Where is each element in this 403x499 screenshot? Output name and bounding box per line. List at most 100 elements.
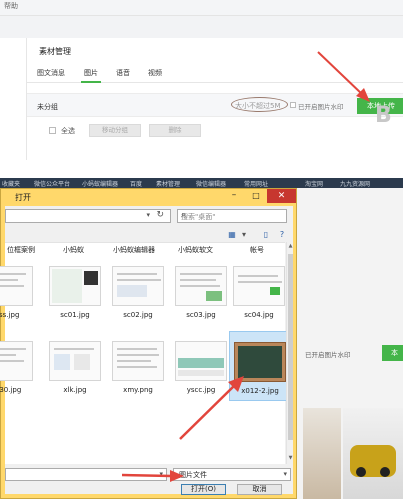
maximize-button[interactable]: □	[245, 189, 267, 203]
file-thumbnail	[234, 342, 286, 382]
view-toolbar: ▦ ▾ ▯ ?	[5, 228, 293, 242]
chevron-down-icon[interactable]: ▾	[159, 470, 163, 478]
group-label[interactable]: 未分组	[37, 102, 58, 112]
folder-label[interactable]: 小蚂蚁	[63, 245, 84, 255]
file-tile-selected[interactable]: x012-2.jpg	[229, 331, 289, 401]
file-thumbnail	[49, 266, 101, 306]
dialog-titlebar[interactable]: 打开 – □ ✕	[1, 189, 298, 206]
vertical-scrollbar[interactable]: ▲ ▼	[286, 242, 293, 464]
bookmark-item[interactable]: 素材管理	[156, 179, 180, 188]
bookmark-item[interactable]: 淘宝网	[305, 179, 323, 188]
watermark-checkbox[interactable]	[290, 102, 296, 108]
file-tile[interactable]: sc01.jpg	[45, 263, 105, 325]
file-name: sc03.jpg	[186, 311, 216, 319]
corner-text: 帮助	[4, 2, 18, 10]
file-thumbnail	[233, 266, 285, 306]
bookmarks-bar: 收藏夹 微信公众平台 小蚂蚁编辑器 百度 素材管理 微信编辑器 常用网址 淘宝网…	[0, 178, 403, 188]
bookmark-item[interactable]: 百度	[130, 179, 142, 188]
select-all-checkbox[interactable]	[49, 127, 56, 134]
tab-video[interactable]: 视频	[148, 68, 162, 78]
scroll-up-icon[interactable]: ▲	[287, 243, 294, 251]
file-tile[interactable]: yscc.jpg	[171, 338, 231, 400]
file-name: 6.30.jpg	[0, 386, 22, 394]
preview-pane-icon[interactable]: ▯	[261, 230, 271, 240]
scroll-thumb[interactable]	[288, 254, 293, 440]
dialog-title: 打开	[15, 193, 31, 202]
file-thumbnail	[0, 341, 33, 381]
help-icon[interactable]: ?	[277, 230, 287, 240]
file-name: x012-2.jpg	[241, 387, 279, 395]
close-button[interactable]: ✕	[267, 189, 296, 203]
material-panel: 素材管理 图文消息 图片 语音 视频 未分组 大小不超过5M 已开启图片水印 本…	[26, 38, 403, 160]
separator	[0, 160, 403, 178]
file-thumbnail	[112, 341, 164, 381]
bg-upload-button[interactable]: 本	[382, 345, 403, 361]
watermark-logo: B	[375, 103, 392, 128]
top-strip: 帮助	[0, 0, 403, 16]
file-tile[interactable]: sc04.jpg	[229, 263, 289, 325]
file-thumbnail	[175, 266, 227, 306]
bookmark-item[interactable]: 微信编辑器	[196, 179, 226, 188]
bookmark-item[interactable]: 小蚂蚁编辑器	[82, 179, 118, 188]
bookmark-item[interactable]: 常用网址	[244, 179, 268, 188]
folder-label[interactable]: 小蚂蚁软文	[178, 245, 213, 255]
file-list: 位框案例 小蚂蚁 小蚂蚁编辑器 小蚂蚁软文 帐号 dss.jpg sc01.jp…	[0, 242, 289, 464]
file-thumbnail	[112, 266, 164, 306]
file-name: xmy.png	[123, 386, 153, 394]
bookmark-item[interactable]: 九九资源网	[340, 179, 370, 188]
material-tabs: 图文消息 图片 语音 视频	[27, 66, 403, 83]
watermark-label: 已开启图片水印	[298, 103, 344, 111]
file-thumbnail	[175, 341, 227, 381]
file-name: sc01.jpg	[60, 311, 90, 319]
delete-button[interactable]: 删除	[149, 124, 201, 137]
folder-label[interactable]: 小蚂蚁编辑器	[113, 245, 155, 255]
file-tile[interactable]: dss.jpg	[0, 263, 37, 325]
file-name-input[interactable]: ▾	[5, 468, 167, 481]
move-group-button[interactable]: 移动分组	[89, 124, 141, 137]
dialog-footer: ▾ 图片文件 ▾ 打开(O) 取消	[5, 466, 293, 495]
cancel-button[interactable]: 取消	[237, 484, 282, 495]
file-thumbnail	[0, 266, 33, 306]
bookmark-item[interactable]: 收藏夹	[2, 179, 20, 188]
file-thumbnail	[49, 341, 101, 381]
top-gap	[0, 16, 403, 38]
open-file-dialog: 打开 – □ ✕ ▾ ↻ 搜索"桌面" ⌕ ▦ ▾ ▯ ? 位框案例 小蚂蚁 小…	[0, 188, 297, 499]
file-tile[interactable]: 6.30.jpg	[0, 338, 37, 400]
chevron-down-icon[interactable]: ▾	[146, 211, 150, 219]
group-bar: 未分组 大小不超过5M 已开启图片水印 本地上传	[27, 93, 403, 117]
file-tile[interactable]: xlk.jpg	[45, 338, 105, 400]
file-tile[interactable]: sc02.jpg	[108, 263, 168, 325]
refresh-icon[interactable]: ↻	[156, 210, 164, 220]
tab-voice[interactable]: 语音	[116, 68, 130, 78]
file-name: xlk.jpg	[63, 386, 87, 394]
file-name: sc04.jpg	[244, 311, 274, 319]
bookmark-item[interactable]: 微信公众平台	[34, 179, 70, 188]
toy-car-image	[350, 445, 396, 477]
bg-product-image	[303, 408, 341, 499]
dialog-body: ▾ ↻ 搜索"桌面" ⌕ ▦ ▾ ▯ ? 位框案例 小蚂蚁 小蚂蚁编辑器 小蚂蚁…	[0, 206, 293, 495]
file-name: yscc.jpg	[186, 386, 216, 394]
file-type-value: 图片文件	[179, 471, 207, 479]
select-all-label: 全选	[61, 127, 75, 135]
panel-title: 素材管理	[39, 47, 71, 56]
folder-label[interactable]: 位框案例	[7, 245, 35, 255]
scroll-down-icon[interactable]: ▼	[287, 455, 294, 463]
folder-label[interactable]: 帐号	[250, 245, 264, 255]
file-tile[interactable]: sc03.jpg	[171, 263, 231, 325]
chevron-down-icon[interactable]: ▾	[283, 470, 287, 478]
search-icon[interactable]: ⌕	[181, 210, 283, 220]
search-input[interactable]: 搜索"桌面" ⌕	[177, 209, 287, 223]
tab-news[interactable]: 图文消息	[37, 68, 65, 78]
file-name: sc02.jpg	[123, 311, 153, 319]
view-options-icon[interactable]: ▦	[227, 230, 237, 240]
bg-watermark-label: 已开启图片水印	[305, 351, 351, 359]
file-tile[interactable]: xmy.png	[108, 338, 168, 400]
tab-images[interactable]: 图片	[84, 68, 98, 78]
minimize-button[interactable]: –	[223, 189, 245, 203]
open-button[interactable]: 打开(O)	[181, 484, 226, 495]
size-hint: 大小不超过5M	[235, 102, 281, 110]
address-bar[interactable]: ▾ ↻	[5, 209, 171, 223]
file-name: dss.jpg	[0, 311, 20, 319]
chevron-down-icon[interactable]: ▾	[239, 230, 249, 240]
file-type-select[interactable]: 图片文件 ▾	[173, 468, 291, 481]
